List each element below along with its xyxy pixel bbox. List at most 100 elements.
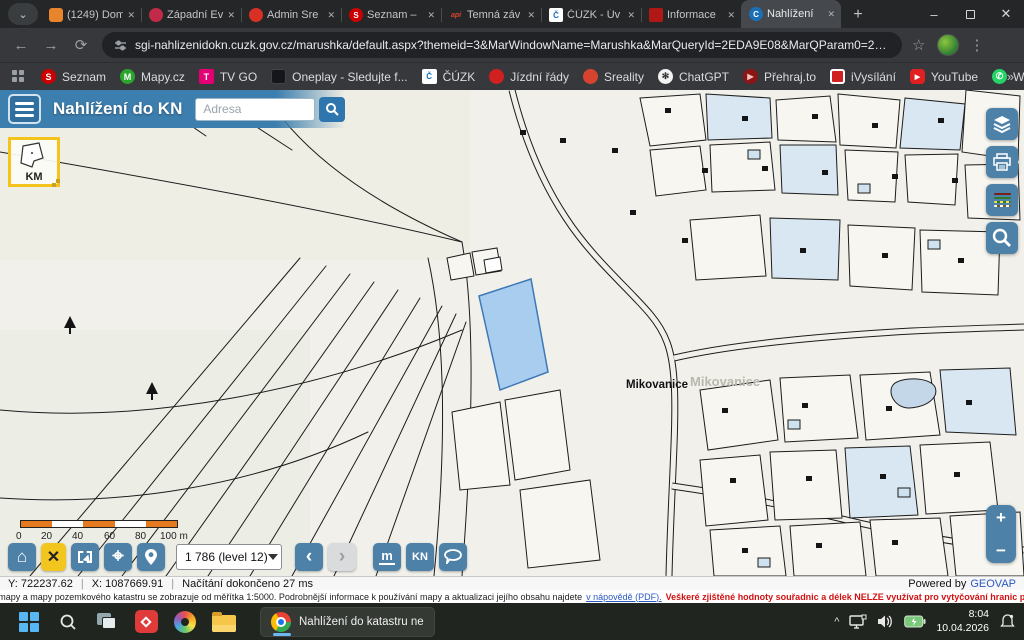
bookmark-label: Sreality [604,70,644,84]
tab-close-icon[interactable]: ✕ [227,10,235,21]
tray-chevron-icon[interactable]: ^ [834,616,839,628]
back-button[interactable]: ← [8,32,34,58]
notification-bell-icon[interactable] [999,613,1016,630]
paint-app-button[interactable] [172,609,198,635]
tab-close-icon[interactable]: ✕ [627,10,635,21]
tab-close-icon[interactable]: ✕ [427,10,435,21]
tab-close-icon[interactable]: ✕ [327,10,335,21]
battery-charging-icon[interactable] [904,615,926,628]
cancel-selection-button[interactable]: ✕ [41,543,66,571]
apps-grid-icon[interactable] [12,70,24,84]
oneplay-icon [271,69,286,84]
print-button[interactable] [986,146,1018,178]
legend-button[interactable] [986,184,1018,216]
chrome-window-button[interactable]: Nahlížení do katastru ne [260,607,435,637]
bookmark-prehrajto[interactable]: ▶Přehraj.to [736,66,823,87]
restore-button[interactable] [952,0,988,28]
bookmark-star-icon[interactable]: ☆ [912,36,925,54]
bookmark-youtube[interactable]: ▶YouTube [903,66,985,87]
tab-close-icon[interactable]: ✕ [127,10,135,21]
tab-search-button[interactable]: ⌄ [8,3,38,25]
cadastral-map[interactable]: Mikovanice Mikovanice [0,90,1024,576]
browser-tab-active[interactable]: C Nahlížení ✕ [741,0,841,28]
lasso-select-button[interactable] [439,543,467,571]
scale-select[interactable]: 1 786 (level 12) [176,544,282,570]
address-search-input[interactable] [195,98,315,121]
map-toolbar: ⌂ ✕ ⌖ 1 786 (level 12) ‹ › m KN [8,542,467,571]
rect-select-button[interactable] [71,543,99,571]
bookmark-label: Přehraj.to [764,70,816,84]
zoom-in-button[interactable]: + [996,509,1006,526]
browser-tab-1[interactable]: Západní Ev ✕ [141,2,241,28]
kn-info-button[interactable]: KN [406,543,434,571]
bookmark-oneplay[interactable]: Oneplay - Sledujte f... [264,66,414,87]
layers-icon [992,114,1012,134]
disclaimer-text: Obsah katastrální mapy a mapy pozemkovéh… [0,592,582,602]
location-pin-button[interactable] [137,543,165,571]
zoom-out-button[interactable]: − [996,542,1006,559]
bookmark-jizdnirady[interactable]: Jízdní řády [482,66,576,87]
forward-button[interactable]: → [38,32,64,58]
bookmark-label: iVysílání [851,70,896,84]
clock[interactable]: 8:04 10.04.2026 [936,608,989,635]
history-forward-button[interactable]: › [328,543,356,571]
home-button[interactable]: ⌂ [8,543,36,571]
file-explorer-button[interactable] [211,609,237,635]
site-info-icon[interactable] [114,39,127,52]
browser-tab-2[interactable]: Admin Sre ✕ [241,2,341,28]
overview-resize-handle[interactable] [52,179,60,187]
minimize-button[interactable]: – [916,0,952,28]
tab-close-icon[interactable]: ✕ [827,9,835,20]
tab-close-icon[interactable]: ✕ [727,10,735,21]
browser-menu-icon[interactable]: ⋮ [969,36,985,54]
layers-button[interactable] [986,108,1018,140]
disclaimer-bar: Obsah katastrální mapy a mapy pozemkovéh… [0,590,1024,603]
search-icon [325,102,340,117]
bookmark-mapy[interactable]: MMapy.cz [113,66,192,87]
close-window-button[interactable]: ✕ [988,0,1024,28]
tab-favicon: api [449,8,463,22]
help-pdf-link[interactable]: v nápovědě (PDF). [586,592,662,602]
bookmark-seznam[interactable]: SSeznam [34,66,113,87]
printer-icon [992,152,1012,172]
bookmark-ivysilani[interactable]: iVysílání [823,66,903,87]
task-view-button[interactable] [94,609,120,635]
reload-button[interactable]: ⟳ [68,32,94,58]
browser-tab-4[interactable]: api Temná záv ✕ [441,2,541,28]
bookmark-whatsapp[interactable]: ✆WhatsApp [985,66,1024,87]
tab-close-icon[interactable]: ✕ [527,10,535,21]
speaker-icon[interactable] [877,614,894,629]
taskbar-search-button[interactable] [55,609,81,635]
browser-tab-0[interactable]: (1249) Dom ✕ [41,2,141,28]
search-button[interactable] [319,97,345,122]
address-bar[interactable]: sgi-nahlizenidokn.cuzk.gov.cz/marushka/d… [102,32,902,58]
menu-hamburger-icon[interactable] [8,94,41,124]
tab-title: Seznam – [367,9,423,21]
browser-tab-5[interactable]: Č ČÚZK - Úv ✕ [541,2,641,28]
settlement-label-gray: Mikovanice [690,374,760,389]
chrome-icon [271,612,291,632]
remote-app-button[interactable] [133,609,159,635]
chevron-down-icon: ⌄ [18,8,27,21]
browser-tab-3[interactable]: S Seznam – ✕ [341,2,441,28]
bookmarks-overflow-icon[interactable]: » [1007,69,1014,84]
overview-map-box[interactable]: KM [8,137,60,187]
bookmark-sreality[interactable]: Sreality [576,66,651,87]
locate-target-button[interactable]: ⌖ [104,543,132,571]
folder-icon [212,615,236,632]
browser-tab-6[interactable]: Informace ✕ [641,2,741,28]
bookmark-tvgo[interactable]: TTV GO [192,66,264,87]
profile-avatar[interactable] [937,34,959,56]
bookmark-label: TV GO [220,70,257,84]
mapy-icon: M [120,69,135,84]
new-tab-button[interactable]: + [845,2,871,28]
measure-button[interactable]: m [373,543,401,571]
bookmark-label: ČÚZK [443,70,476,84]
map-search-button[interactable] [986,222,1018,254]
start-button[interactable] [16,609,42,635]
network-icon[interactable] [849,614,867,630]
bookmark-chatgpt[interactable]: ✻ChatGPT [651,66,736,87]
history-back-button[interactable]: ‹ [295,543,323,571]
geovap-link[interactable]: GEOVAP [970,578,1016,590]
bookmark-cuzk[interactable]: ČČÚZK [415,66,483,87]
